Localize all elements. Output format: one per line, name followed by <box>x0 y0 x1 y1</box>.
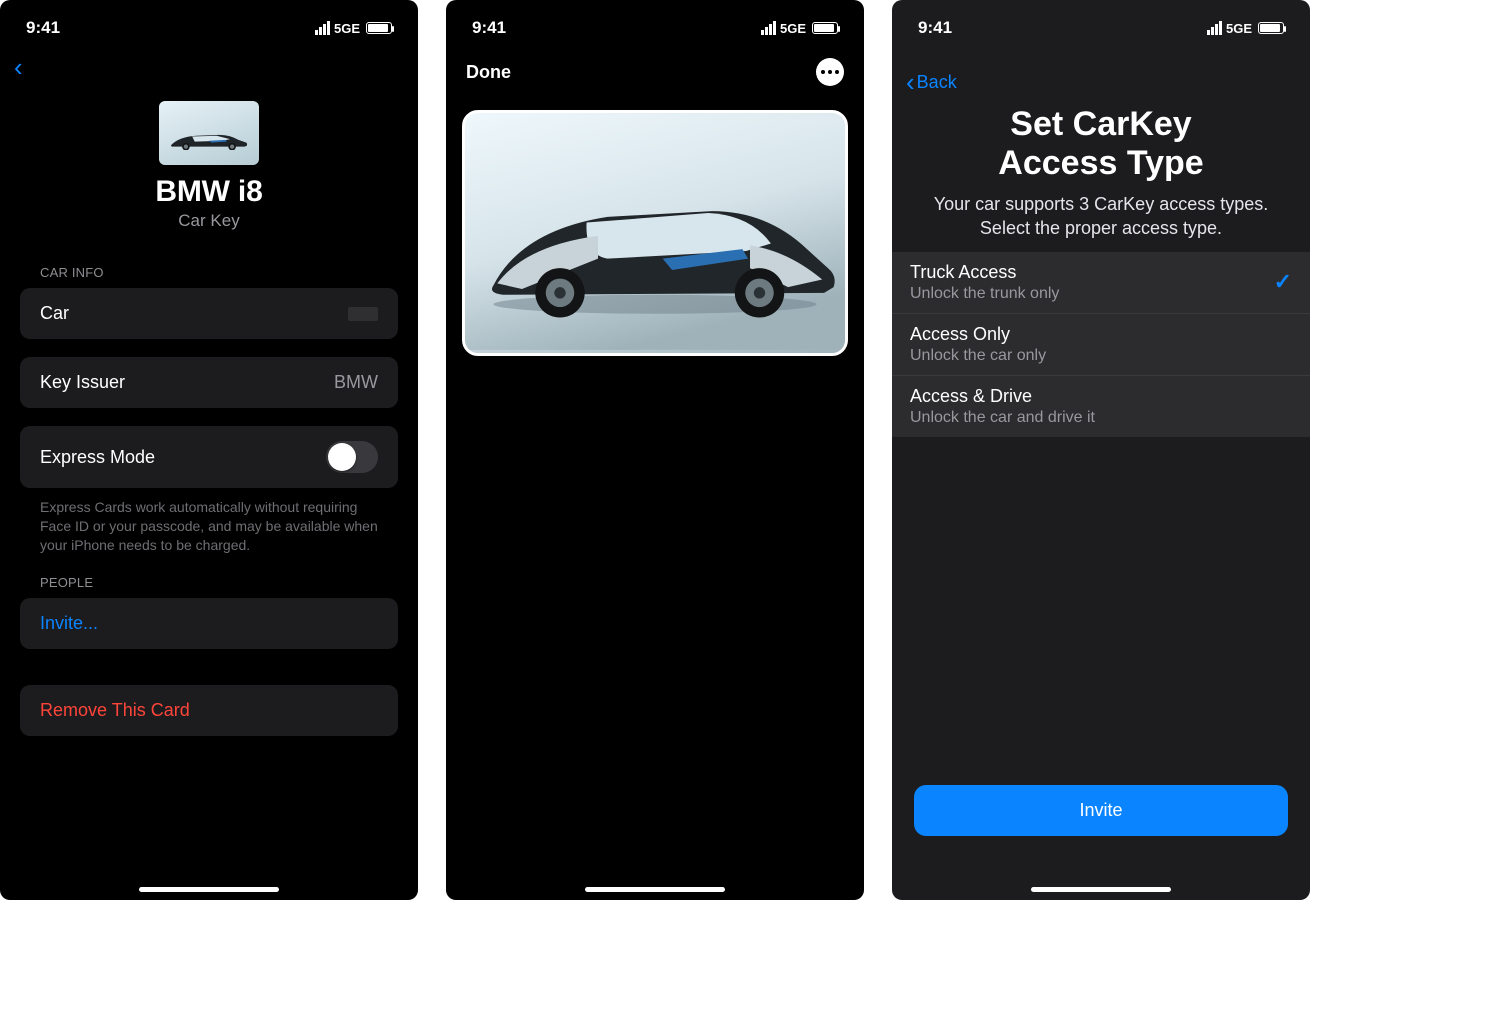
invite-button[interactable]: Invite <box>914 785 1288 836</box>
card-subtitle: Car Key <box>0 211 418 231</box>
option-title: Access & Drive <box>910 386 1095 407</box>
checkmark-icon: ✓ <box>1274 269 1292 295</box>
option-title: Access Only <box>910 324 1046 345</box>
more-button[interactable] <box>816 58 844 86</box>
status-time: 9:41 <box>918 18 952 38</box>
car-icon <box>167 129 251 150</box>
access-option-access-drive[interactable]: Access & Drive Unlock the car and drive … <box>892 376 1310 437</box>
network-label: 5GE <box>334 21 360 36</box>
status-right: 5GE <box>761 21 838 36</box>
ellipsis-icon <box>828 70 832 74</box>
chevron-left-icon: ‹ <box>906 72 915 93</box>
access-option-truck[interactable]: Truck Access Unlock the trunk only ✓ <box>892 252 1310 314</box>
title-line-2: Access Type <box>998 144 1203 182</box>
access-option-access-only[interactable]: Access Only Unlock the car only <box>892 314 1310 376</box>
car-illustration <box>465 113 845 353</box>
row-car[interactable]: Car <box>20 288 398 339</box>
section-label-people: PEOPLE <box>0 555 418 598</box>
phone-screen-1: 9:41 5GE ‹ BMW i8 Car Key CAR INFO Car K… <box>0 0 418 900</box>
phone-screen-2: 9:41 5GE Done <box>446 0 864 900</box>
row-car-value <box>348 307 378 321</box>
network-label: 5GE <box>1226 21 1252 36</box>
express-mode-toggle[interactable] <box>326 441 378 473</box>
status-right: 5GE <box>315 21 392 36</box>
status-time: 9:41 <box>26 18 60 38</box>
option-desc: Unlock the car and drive it <box>910 409 1095 427</box>
option-desc: Unlock the trunk only <box>910 285 1059 303</box>
home-indicator[interactable] <box>1031 887 1171 892</box>
option-title: Truck Access <box>910 262 1059 283</box>
home-indicator[interactable] <box>585 887 725 892</box>
option-desc: Unlock the car only <box>910 347 1046 365</box>
signal-icon <box>1207 21 1222 35</box>
invite-label: Invite... <box>40 613 98 634</box>
nav-bar: ‹ <box>0 44 418 91</box>
status-bar: 9:41 5GE <box>0 0 418 44</box>
phone-screen-3: 9:41 5GE ‹ Back Set CarKey Access Type Y… <box>892 0 1310 900</box>
title-line-1: Set CarKey <box>1010 105 1191 143</box>
row-issuer-value: BMW <box>334 372 378 393</box>
status-bar: 9:41 5GE <box>892 0 1310 44</box>
ellipsis-icon <box>821 70 825 74</box>
card-title: BMW i8 <box>0 175 418 209</box>
row-issuer-label: Key Issuer <box>40 372 125 393</box>
access-type-list: Truck Access Unlock the trunk only ✓ Acc… <box>892 252 1310 437</box>
back-label: Back <box>917 72 957 93</box>
done-button[interactable]: Done <box>466 62 511 83</box>
back-chevron-icon[interactable]: ‹ <box>14 52 23 82</box>
page-title: Set CarKey Access Type <box>892 97 1310 183</box>
ellipsis-icon <box>835 70 839 74</box>
battery-icon <box>366 22 392 34</box>
remove-label: Remove This Card <box>40 700 190 721</box>
row-remove-card[interactable]: Remove This Card <box>20 685 398 736</box>
row-key-issuer[interactable]: Key Issuer BMW <box>20 357 398 408</box>
network-label: 5GE <box>780 21 806 36</box>
row-car-label: Car <box>40 303 69 324</box>
page-subtitle: Your car supports 3 CarKey access types.… <box>892 183 1310 250</box>
status-bar: 9:41 5GE <box>446 0 864 44</box>
signal-icon <box>315 21 330 35</box>
battery-icon <box>812 22 838 34</box>
row-express-mode[interactable]: Express Mode <box>20 426 398 488</box>
express-mode-footer: Express Cards work automatically without… <box>0 488 418 555</box>
nav-bar: ‹ Back <box>892 44 1310 97</box>
home-indicator[interactable] <box>139 887 279 892</box>
back-button[interactable]: ‹ Back <box>906 72 957 93</box>
car-key-card[interactable] <box>462 110 848 356</box>
battery-icon <box>1258 22 1284 34</box>
nav-bar: Done <box>446 44 864 92</box>
status-right: 5GE <box>1207 21 1284 36</box>
row-invite[interactable]: Invite... <box>20 598 398 649</box>
signal-icon <box>761 21 776 35</box>
car-card-thumb[interactable] <box>159 101 259 165</box>
row-express-label: Express Mode <box>40 447 155 468</box>
status-time: 9:41 <box>472 18 506 38</box>
section-label-carinfo: CAR INFO <box>0 231 418 288</box>
